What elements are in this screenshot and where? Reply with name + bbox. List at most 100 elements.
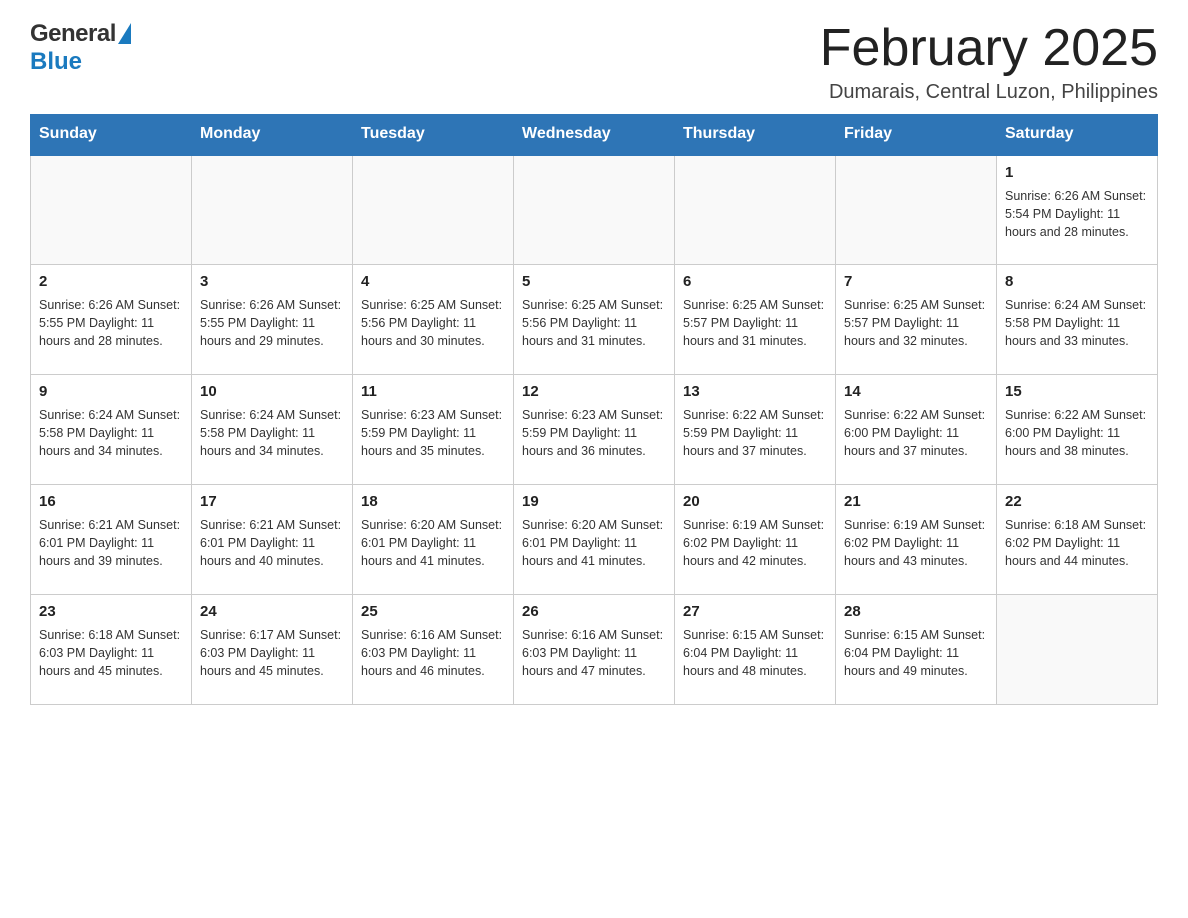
day-info: Sunrise: 6:20 AM Sunset: 6:01 PM Dayligh… [522, 516, 666, 570]
day-number: 8 [1005, 271, 1149, 293]
logo-triangle-icon [118, 23, 131, 44]
calendar-cell: 9 Sunrise: 6:24 AM Sunset: 5:58 PM Daylig… [31, 375, 192, 485]
calendar-week-5: 23 Sunrise: 6:18 AM Sunset: 6:03 PM Dayli… [31, 595, 1158, 705]
day-number: 23 [39, 601, 183, 623]
day-number: 22 [1005, 491, 1149, 513]
day-info: Sunrise: 6:16 AM Sunset: 6:03 PM Dayligh… [361, 626, 505, 680]
day-number: 18 [361, 491, 505, 513]
calendar-cell [353, 155, 514, 265]
day-number: 19 [522, 491, 666, 513]
calendar-cell: 11 Sunrise: 6:23 AM Sunset: 5:59 PM Dayli… [353, 375, 514, 485]
calendar-cell: 15Sunrise: 6:22 AM Sunset: 6:00 PM Dayli… [997, 375, 1158, 485]
day-number: 10 [200, 381, 344, 403]
day-info: Sunrise: 6:15 AM Sunset: 6:04 PM Dayligh… [844, 626, 988, 680]
title-block: February 2025 Dumarais, Central Luzon, P… [820, 20, 1158, 104]
calendar-cell: 17 Sunrise: 6:21 AM Sunset: 6:01 PM Dayli… [192, 485, 353, 595]
calendar-week-1: 1Sunrise: 6:26 AM Sunset: 5:54 PM Daylig… [31, 155, 1158, 265]
logo: General Blue [30, 20, 131, 76]
day-number: 13 [683, 381, 827, 403]
page-header: General Blue February 2025 Dumarais, Cen… [30, 20, 1158, 104]
day-info: Sunrise: 6:18 AM Sunset: 6:02 PM Dayligh… [1005, 516, 1149, 570]
calendar-cell: 19 Sunrise: 6:20 AM Sunset: 6:01 PM Dayli… [514, 485, 675, 595]
calendar-cell: 18 Sunrise: 6:20 AM Sunset: 6:01 PM Dayli… [353, 485, 514, 595]
calendar-cell: 16 Sunrise: 6:21 AM Sunset: 6:01 PM Dayli… [31, 485, 192, 595]
calendar-cell: 26Sunrise: 6:16 AM Sunset: 6:03 PM Dayli… [514, 595, 675, 705]
day-info: Sunrise: 6:26 AM Sunset: 5:55 PM Dayligh… [39, 296, 183, 350]
day-info: Sunrise: 6:19 AM Sunset: 6:02 PM Dayligh… [844, 516, 988, 570]
day-info: Sunrise: 6:17 AM Sunset: 6:03 PM Dayligh… [200, 626, 344, 680]
calendar-week-3: 9 Sunrise: 6:24 AM Sunset: 5:58 PM Daylig… [31, 375, 1158, 485]
calendar-header: SundayMondayTuesdayWednesdayThursdayFrid… [31, 115, 1158, 155]
calendar-cell: 5 Sunrise: 6:25 AM Sunset: 5:56 PM Daylig… [514, 265, 675, 375]
calendar-cell [192, 155, 353, 265]
day-info: Sunrise: 6:22 AM Sunset: 6:00 PM Dayligh… [1005, 406, 1149, 460]
day-number: 25 [361, 601, 505, 623]
day-info: Sunrise: 6:23 AM Sunset: 5:59 PM Dayligh… [361, 406, 505, 460]
calendar-cell: 8Sunrise: 6:24 AM Sunset: 5:58 PM Daylig… [997, 265, 1158, 375]
calendar-cell: 3Sunrise: 6:26 AM Sunset: 5:55 PM Daylig… [192, 265, 353, 375]
calendar-cell: 13Sunrise: 6:22 AM Sunset: 5:59 PM Dayli… [675, 375, 836, 485]
day-info: Sunrise: 6:21 AM Sunset: 6:01 PM Dayligh… [39, 516, 183, 570]
day-info: Sunrise: 6:15 AM Sunset: 6:04 PM Dayligh… [683, 626, 827, 680]
day-number: 27 [683, 601, 827, 623]
calendar-cell: 2 Sunrise: 6:26 AM Sunset: 5:55 PM Daylig… [31, 265, 192, 375]
day-info: Sunrise: 6:21 AM Sunset: 6:01 PM Dayligh… [200, 516, 344, 570]
day-info: Sunrise: 6:24 AM Sunset: 5:58 PM Dayligh… [39, 406, 183, 460]
day-number: 28 [844, 601, 988, 623]
calendar-cell: 25 Sunrise: 6:16 AM Sunset: 6:03 PM Dayli… [353, 595, 514, 705]
calendar-cell: 28 Sunrise: 6:15 AM Sunset: 6:04 PM Dayli… [836, 595, 997, 705]
calendar-cell [31, 155, 192, 265]
day-info: Sunrise: 6:18 AM Sunset: 6:03 PM Dayligh… [39, 626, 183, 680]
calendar-cell: 22 Sunrise: 6:18 AM Sunset: 6:02 PM Dayli… [997, 485, 1158, 595]
calendar-cell [675, 155, 836, 265]
calendar-week-4: 16 Sunrise: 6:21 AM Sunset: 6:01 PM Dayli… [31, 485, 1158, 595]
calendar-week-2: 2 Sunrise: 6:26 AM Sunset: 5:55 PM Daylig… [31, 265, 1158, 375]
header-cell-saturday: Saturday [997, 115, 1158, 155]
day-number: 5 [522, 271, 666, 293]
calendar-cell: 6Sunrise: 6:25 AM Sunset: 5:57 PM Daylig… [675, 265, 836, 375]
calendar-cell: 24 Sunrise: 6:17 AM Sunset: 6:03 PM Dayli… [192, 595, 353, 705]
day-info: Sunrise: 6:26 AM Sunset: 5:54 PM Dayligh… [1005, 187, 1149, 241]
day-number: 3 [200, 271, 344, 293]
calendar-table: SundayMondayTuesdayWednesdayThursdayFrid… [30, 114, 1158, 705]
header-row: SundayMondayTuesdayWednesdayThursdayFrid… [31, 115, 1158, 155]
day-number: 17 [200, 491, 344, 513]
calendar-cell: 4 Sunrise: 6:25 AM Sunset: 5:56 PM Daylig… [353, 265, 514, 375]
calendar-cell: 14Sunrise: 6:22 AM Sunset: 6:00 PM Dayli… [836, 375, 997, 485]
header-cell-thursday: Thursday [675, 115, 836, 155]
calendar-title: February 2025 [820, 20, 1158, 77]
day-number: 4 [361, 271, 505, 293]
day-info: Sunrise: 6:25 AM Sunset: 5:56 PM Dayligh… [361, 296, 505, 350]
day-number: 7 [844, 271, 988, 293]
calendar-cell [836, 155, 997, 265]
day-number: 2 [39, 271, 183, 293]
calendar-subtitle: Dumarais, Central Luzon, Philippines [820, 81, 1158, 104]
day-info: Sunrise: 6:19 AM Sunset: 6:02 PM Dayligh… [683, 516, 827, 570]
day-info: Sunrise: 6:23 AM Sunset: 5:59 PM Dayligh… [522, 406, 666, 460]
day-info: Sunrise: 6:25 AM Sunset: 5:57 PM Dayligh… [683, 296, 827, 350]
day-number: 9 [39, 381, 183, 403]
calendar-cell: 21 Sunrise: 6:19 AM Sunset: 6:02 PM Dayli… [836, 485, 997, 595]
logo-blue-text: Blue [30, 48, 82, 76]
day-number: 11 [361, 381, 505, 403]
logo-general-text: General [30, 20, 116, 48]
header-cell-tuesday: Tuesday [353, 115, 514, 155]
day-number: 12 [522, 381, 666, 403]
day-info: Sunrise: 6:25 AM Sunset: 5:56 PM Dayligh… [522, 296, 666, 350]
calendar-cell [514, 155, 675, 265]
day-number: 16 [39, 491, 183, 513]
day-info: Sunrise: 6:24 AM Sunset: 5:58 PM Dayligh… [200, 406, 344, 460]
calendar-cell [997, 595, 1158, 705]
calendar-cell: 27 Sunrise: 6:15 AM Sunset: 6:04 PM Dayli… [675, 595, 836, 705]
day-info: Sunrise: 6:20 AM Sunset: 6:01 PM Dayligh… [361, 516, 505, 570]
calendar-cell: 10 Sunrise: 6:24 AM Sunset: 5:58 PM Dayli… [192, 375, 353, 485]
day-number: 21 [844, 491, 988, 513]
header-cell-monday: Monday [192, 115, 353, 155]
header-cell-sunday: Sunday [31, 115, 192, 155]
header-cell-wednesday: Wednesday [514, 115, 675, 155]
calendar-cell: 12 Sunrise: 6:23 AM Sunset: 5:59 PM Dayli… [514, 375, 675, 485]
day-number: 24 [200, 601, 344, 623]
calendar-cell: 23 Sunrise: 6:18 AM Sunset: 6:03 PM Dayli… [31, 595, 192, 705]
day-number: 26 [522, 601, 666, 623]
day-info: Sunrise: 6:22 AM Sunset: 6:00 PM Dayligh… [844, 406, 988, 460]
